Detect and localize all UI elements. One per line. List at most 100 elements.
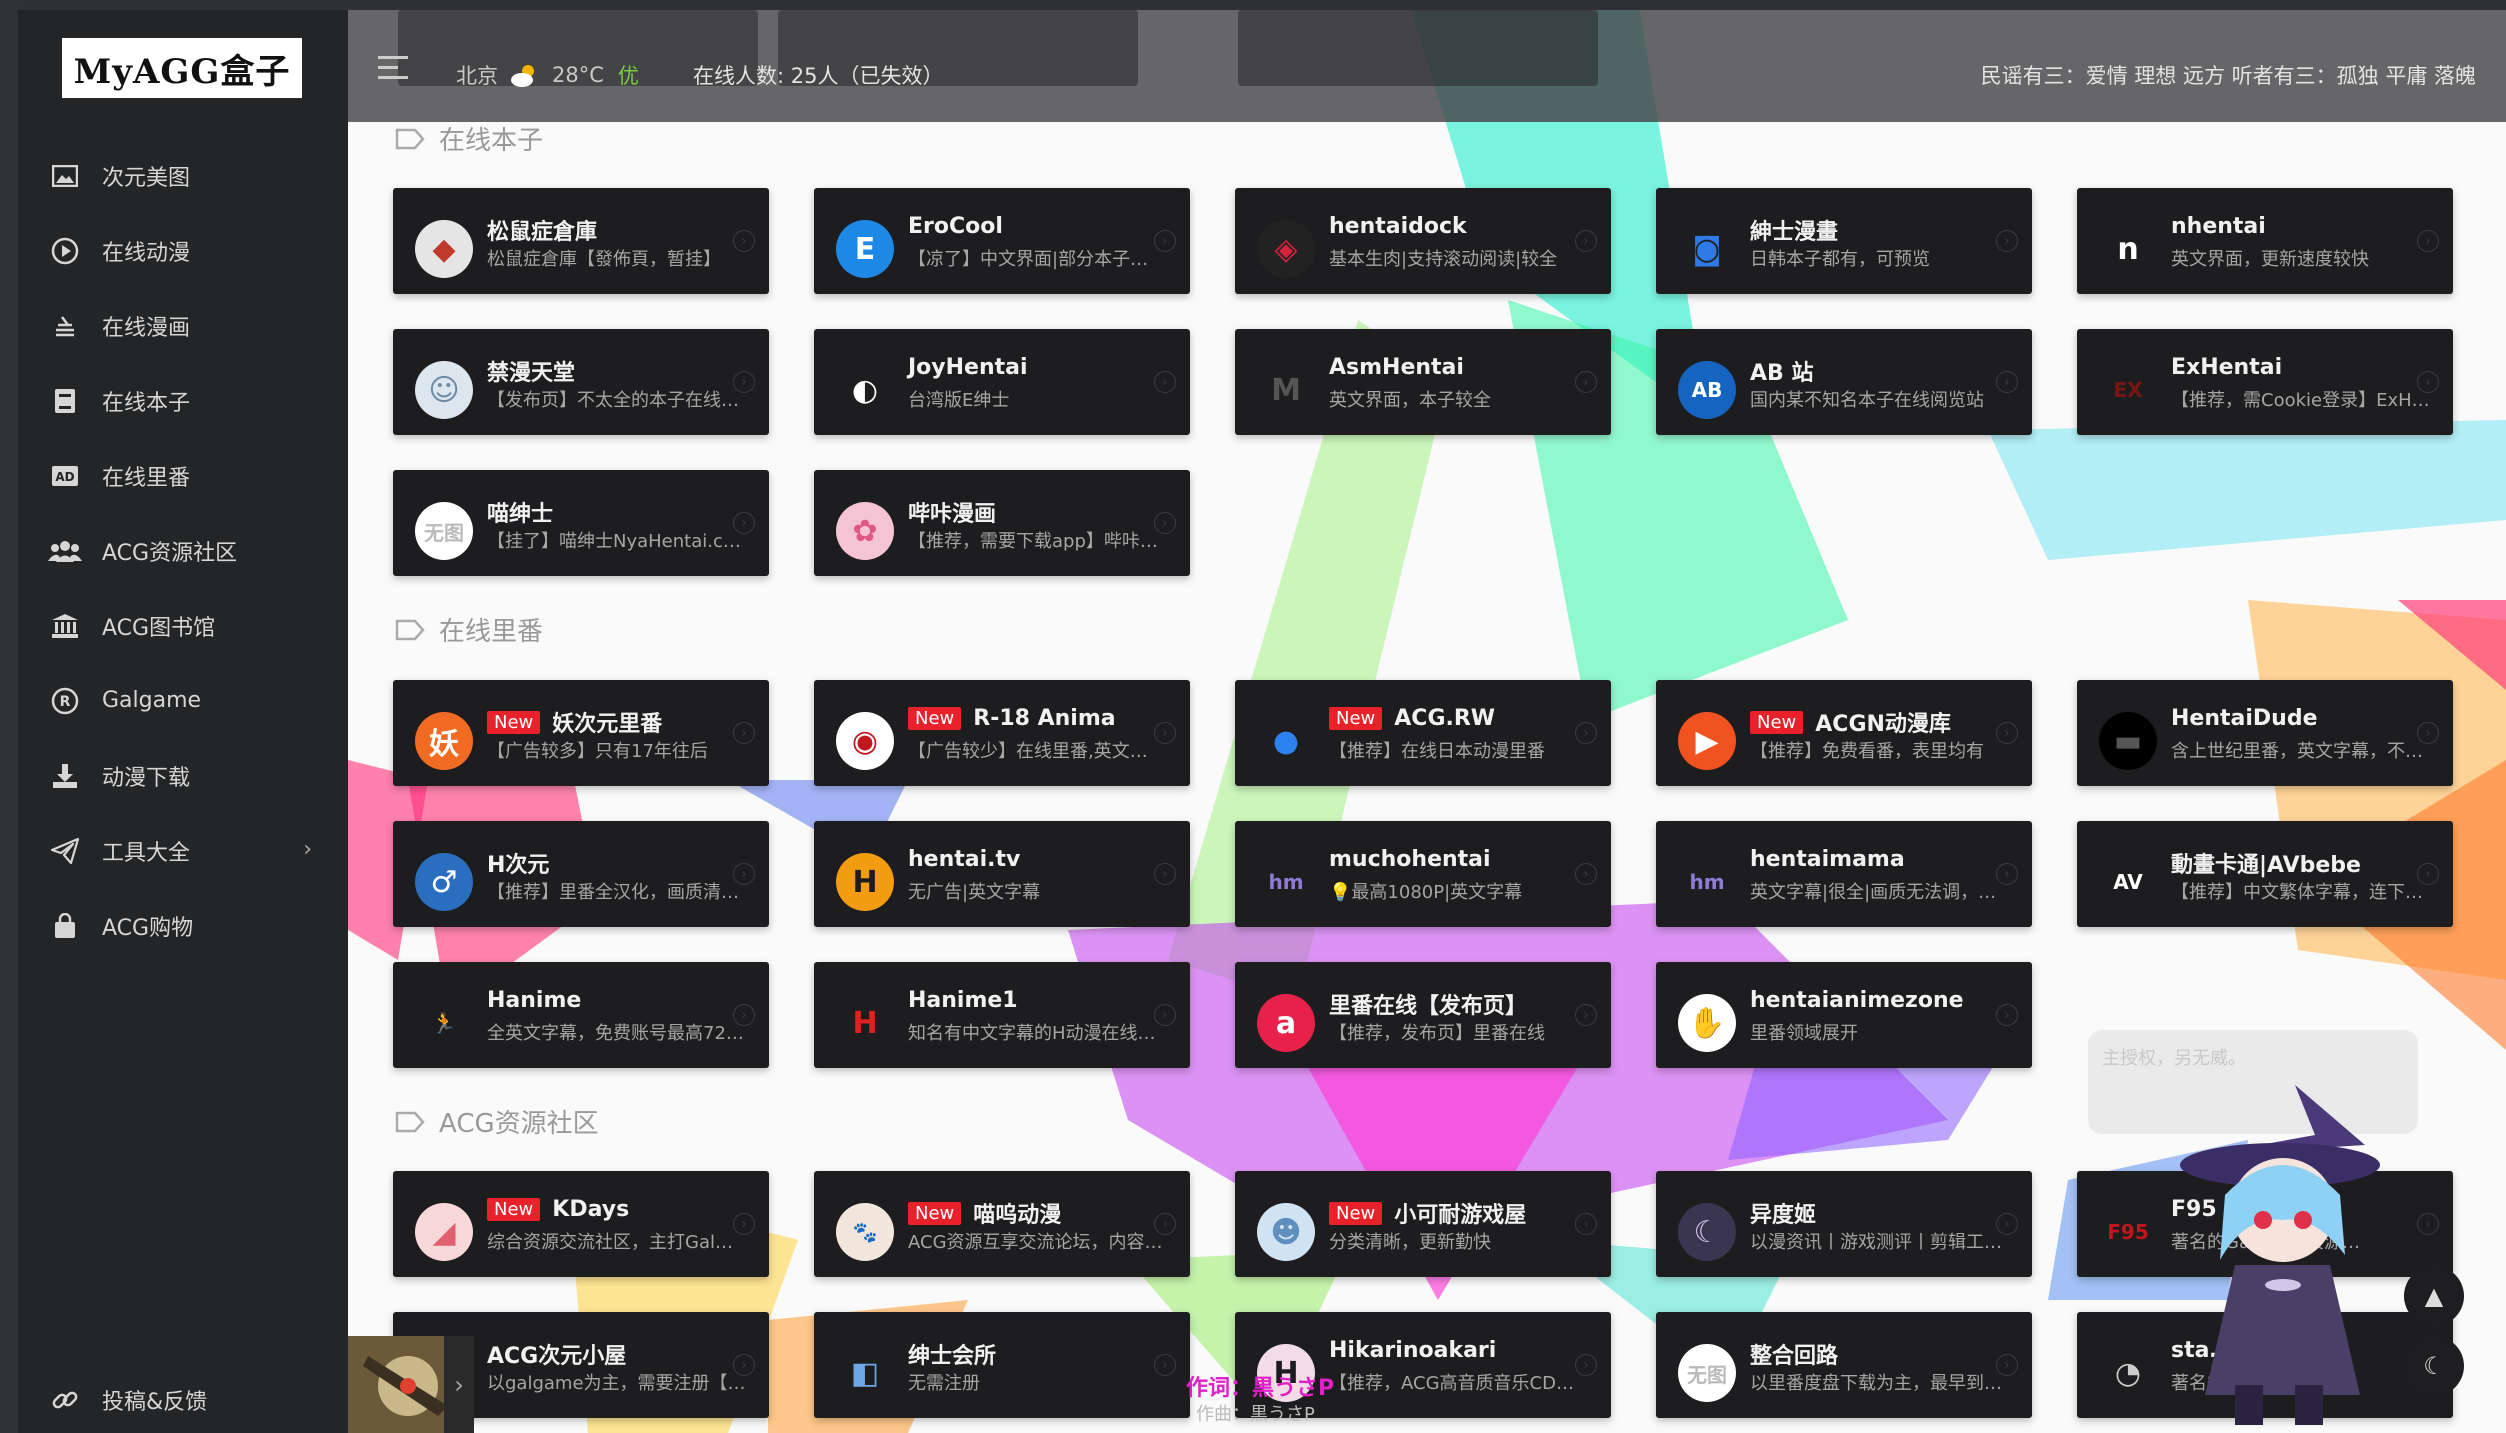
chevron-right-icon[interactable]: ›	[1575, 722, 1597, 744]
site-card[interactable]: 🐾 New 喵呜动漫 ACG资源互享交流论坛，内容… ›	[814, 1171, 1190, 1277]
site-title: hentaimama	[1750, 847, 1905, 872]
site-card[interactable]: M AsmHentai 英文界面，本子较全 ›	[1235, 329, 1611, 435]
music-player-toggle[interactable]: ›	[444, 1336, 474, 1433]
site-title: 紳士漫畫	[1750, 214, 1838, 246]
sidebar-item-community[interactable]: ACG资源社区	[18, 513, 348, 588]
chevron-right-icon[interactable]: ›	[1154, 230, 1176, 252]
sidebar-item-feedback[interactable]: 投稿&反馈	[18, 1362, 348, 1433]
chevron-right-icon[interactable]: ›	[733, 863, 755, 885]
chevron-right-icon[interactable]: ›	[733, 722, 755, 744]
chevron-right-icon[interactable]: ›	[1996, 1004, 2018, 1026]
site-card[interactable]: ▶ New ACGN动漫库 【推荐】免费看番，表里均有 ›	[1656, 680, 2032, 786]
mascot-character[interactable]	[2165, 1085, 2395, 1433]
site-description: 里番领域展开	[1750, 1023, 1858, 1044]
scroll-to-top-button[interactable]: ▲	[2404, 1266, 2464, 1326]
site-card[interactable]: EX ExHentai 【推荐，需Cookie登录】ExH… ›	[2077, 329, 2453, 435]
site-card[interactable]: ✿ 哔咔漫画 【推荐，需要下载app】哔咔… ›	[814, 470, 1190, 576]
chevron-right-icon[interactable]: ›	[733, 230, 755, 252]
chevron-right-icon[interactable]: ›	[1575, 230, 1597, 252]
chevron-right-icon[interactable]: ›	[733, 1354, 755, 1376]
site-card[interactable]: ◐ JoyHentai 台湾版E绅士 ›	[814, 329, 1190, 435]
chevron-right-icon[interactable]: ›	[1154, 722, 1176, 744]
sidebar-item-doujin[interactable]: 在线本子	[18, 363, 348, 438]
site-card[interactable]: ◧ 绅士会所 无需注册 ›	[814, 1312, 1190, 1418]
site-card[interactable]: ◆ 松鼠症倉庫 松鼠症倉庫【發佈頁，暂挂】 ›	[393, 188, 769, 294]
chevron-right-icon[interactable]: ›	[1154, 1354, 1176, 1376]
site-logo-icon: ☺	[415, 361, 473, 419]
sidebar-item-shopping[interactable]: ACG购物	[18, 888, 348, 963]
chevron-right-icon[interactable]: ›	[733, 371, 755, 393]
site-card[interactable]: E EroCool 【凉了】中文界面|部分本子… ›	[814, 188, 1190, 294]
chevron-right-icon[interactable]: ›	[1575, 1354, 1597, 1376]
chevron-right-icon[interactable]: ›	[1154, 863, 1176, 885]
chevron-right-icon[interactable]: ›	[1575, 371, 1597, 393]
chevron-right-icon[interactable]: ›	[1996, 371, 2018, 393]
sidebar-item-label: 次元美图	[102, 165, 191, 191]
site-card[interactable]: ◙ 紳士漫畫 日韩本子都有，可预览 ›	[1656, 188, 2032, 294]
site-card[interactable]: hm hentaimama 英文字幕|很全|画质无法调，… ›	[1656, 821, 2032, 927]
chevron-right-icon[interactable]: ›	[1154, 371, 1176, 393]
sidebar-item-manga[interactable]: 在线漫画	[18, 288, 348, 363]
chevron-right-icon[interactable]: ›	[2417, 1213, 2439, 1235]
chevron-right-icon[interactable]: ›	[1154, 1004, 1176, 1026]
sidebar-item-hanime[interactable]: AD 在线里番	[18, 438, 348, 513]
site-card[interactable]: a 里番在线【发布页】 【推荐，发布页】里番在线 ›	[1235, 962, 1611, 1068]
site-title-text: 里番在线【发布页】	[1329, 994, 1528, 1019]
chevron-right-icon[interactable]: ›	[733, 1004, 755, 1026]
site-card[interactable]: ☾ 异度姬 以漫资讯丨游戏测评丨剪辑工… ›	[1656, 1171, 2032, 1277]
site-card[interactable]: ◈ hentaidock 基本生肉|支持滚动阅读|较全 ›	[1235, 188, 1611, 294]
chevron-right-icon[interactable]: ›	[303, 837, 312, 862]
site-description: 含上世纪里番，英文字幕，不…	[2171, 741, 2423, 762]
site-card[interactable]: n nhentai 英文界面，更新速度较快 ›	[2077, 188, 2453, 294]
site-title-text: 小可耐游戏屋	[1394, 1203, 1527, 1228]
chevron-right-icon[interactable]: ›	[2417, 371, 2439, 393]
site-description: 【推荐】中文繁体字幕，连下…	[2171, 882, 2423, 903]
chevron-right-icon[interactable]: ›	[1575, 1213, 1597, 1235]
sidebar-item-library[interactable]: ACG图书馆	[18, 588, 348, 663]
chevron-right-icon[interactable]: ›	[733, 512, 755, 534]
site-card[interactable]: hm muchohentai 💡最高1080P|英文字幕 ›	[1235, 821, 1611, 927]
chevron-right-icon[interactable]: ›	[1996, 230, 2018, 252]
chevron-right-icon[interactable]: ›	[1996, 1354, 2018, 1376]
chevron-right-icon[interactable]: ›	[2417, 863, 2439, 885]
site-logo[interactable]: MyAGG盒子	[62, 38, 302, 98]
svg-text:AD: AD	[55, 470, 74, 484]
sidebar-item-galgame[interactable]: R Galgame	[18, 663, 348, 738]
chevron-right-icon[interactable]: ›	[1154, 512, 1176, 534]
chevron-right-icon[interactable]: ›	[2417, 230, 2439, 252]
site-card[interactable]: ▬ HentaiDude 含上世纪里番，英文字幕，不… ›	[2077, 680, 2453, 786]
site-card[interactable]: AV 動畫卡通|AVbebe 【推荐】中文繁体字幕，连下… ›	[2077, 821, 2453, 927]
site-card[interactable]: 妖 New 妖次元里番 【广告较多】只有17年往后 ›	[393, 680, 769, 786]
new-badge: New	[487, 1198, 541, 1221]
site-card[interactable]: ◉ New R-18 Anima 【广告较少】在线里番,英文… ›	[814, 680, 1190, 786]
site-title-text: hentaimama	[1750, 847, 1905, 872]
chevron-right-icon[interactable]: ›	[1575, 863, 1597, 885]
site-card[interactable]: H Hanime1 知名有中文字幕的H动漫在线… ›	[814, 962, 1190, 1068]
site-card[interactable]: 无图 喵绅士 【挂了】喵绅士NyaHentai.c… ›	[393, 470, 769, 576]
site-card[interactable]: 🏃 Hanime 全英文字幕，免费账号最高72… ›	[393, 962, 769, 1068]
site-card[interactable]: ◢ New KDays 综合资源交流社区，主打Gal… ›	[393, 1171, 769, 1277]
chevron-right-icon[interactable]: ›	[1154, 1213, 1176, 1235]
site-card[interactable]: ☺ 禁漫天堂 【发布页】不太全的本子在线… ›	[393, 329, 769, 435]
site-card[interactable]: AB AB 站国内某不知名本子在线阅览站 ›	[1656, 329, 2032, 435]
site-card[interactable]: ✋ hentaianimezone 里番领域展开 ›	[1656, 962, 2032, 1068]
site-card[interactable]: ● New ACG.RW 【推荐】在线日本动漫里番 ›	[1235, 680, 1611, 786]
sidebar-item-download[interactable]: 动漫下载	[18, 738, 348, 813]
sidebar-item-pictures[interactable]: 次元美图	[18, 138, 348, 213]
chevron-right-icon[interactable]: ›	[2417, 722, 2439, 744]
sidebar-item-tools[interactable]: 工具大全 ›	[18, 813, 348, 888]
site-card[interactable]: ☻ New 小可耐游戏屋 分类清晰，更新勤快 ›	[1235, 1171, 1611, 1277]
new-badge: New	[908, 1201, 962, 1225]
site-card[interactable]: ♂ H次元 【推荐】里番全汉化，画质清… ›	[393, 821, 769, 927]
theme-toggle-button[interactable]: ☾	[2404, 1336, 2464, 1396]
menu-toggle-icon[interactable]	[378, 56, 408, 80]
sidebar-item-anime[interactable]: 在线动漫	[18, 213, 348, 288]
site-card[interactable]: 无图 整合回路 以里番度盘下载为主，最早到… ›	[1656, 1312, 2032, 1418]
chevron-right-icon[interactable]: ›	[1575, 1004, 1597, 1026]
chevron-right-icon[interactable]: ›	[1996, 1213, 2018, 1235]
chevron-right-icon[interactable]: ›	[1996, 722, 2018, 744]
chevron-right-icon[interactable]: ›	[733, 1213, 755, 1235]
chevron-right-icon[interactable]: ›	[1996, 863, 2018, 885]
site-card[interactable]: Hhentai.tv 无广告|英文字幕 ›	[814, 821, 1190, 927]
site-title-text: ACGN动漫库	[1815, 712, 1951, 737]
